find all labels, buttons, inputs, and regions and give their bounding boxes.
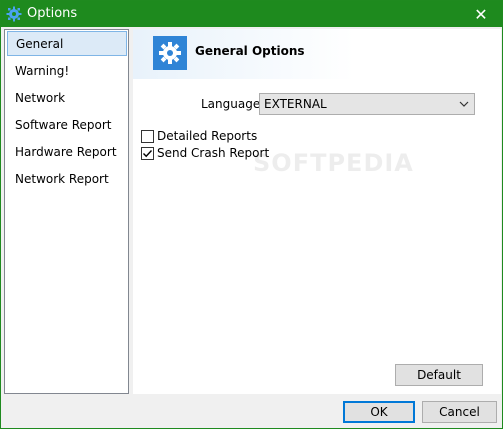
sidebar-item-hardware-report[interactable]: Hardware Report — [7, 139, 127, 164]
language-label: Language — [201, 97, 261, 111]
sidebar-item-general[interactable]: General — [7, 31, 127, 56]
options-panel: General Options Language EXTERNAL Detail… — [133, 29, 501, 394]
cancel-button-label: Cancel — [439, 405, 480, 419]
close-icon: ✕ — [474, 4, 488, 24]
close-button[interactable]: ✕ — [460, 1, 502, 27]
detailed-reports-checkbox[interactable]: Detailed Reports — [141, 128, 257, 144]
panel-title: General Options — [195, 44, 305, 58]
sidebar-item-label: General — [16, 36, 64, 51]
gear-icon — [159, 42, 181, 64]
ok-button-label: OK — [370, 405, 388, 419]
gear-icon — [6, 6, 22, 22]
sidebar-item-warning[interactable]: Warning! — [7, 58, 127, 83]
sidebar-item-label: Network Report — [15, 171, 109, 186]
language-select[interactable]: EXTERNAL — [259, 93, 475, 115]
checkbox-label: Detailed Reports — [157, 129, 258, 143]
checkbox-box — [141, 146, 154, 160]
sidebar-item-network[interactable]: Network — [7, 85, 127, 110]
sidebar: General Warning! Network Software Report… — [4, 29, 129, 394]
window-title: Options — [27, 6, 78, 21]
panel-header: General Options — [133, 29, 501, 79]
sidebar-item-software-report[interactable]: Software Report — [7, 112, 127, 137]
checkbox-box — [141, 129, 154, 143]
checkbox-label: Send Crash Report — [157, 146, 270, 160]
watermark: SOFTPEDIA — [253, 149, 414, 177]
language-value: EXTERNAL — [264, 97, 327, 111]
sidebar-item-label: Software Report — [15, 117, 112, 132]
options-window: Options ✕ General Warning! Network Softw… — [0, 0, 503, 429]
cancel-button[interactable]: Cancel — [422, 401, 497, 423]
ok-button[interactable]: OK — [343, 401, 415, 423]
sidebar-item-network-report[interactable]: Network Report — [7, 166, 127, 191]
sidebar-item-label: Hardware Report — [15, 144, 117, 159]
chevron-down-icon — [459, 101, 469, 107]
sidebar-item-label: Warning! — [15, 63, 70, 78]
header-icon-box — [153, 36, 187, 70]
sidebar-item-label: Network — [15, 90, 66, 105]
send-crash-report-checkbox[interactable]: Send Crash Report — [141, 145, 269, 161]
default-button[interactable]: Default — [395, 364, 483, 386]
title-bar: Options ✕ — [1, 1, 502, 27]
checkmark-icon — [143, 149, 153, 157]
default-button-label: Default — [417, 368, 461, 382]
